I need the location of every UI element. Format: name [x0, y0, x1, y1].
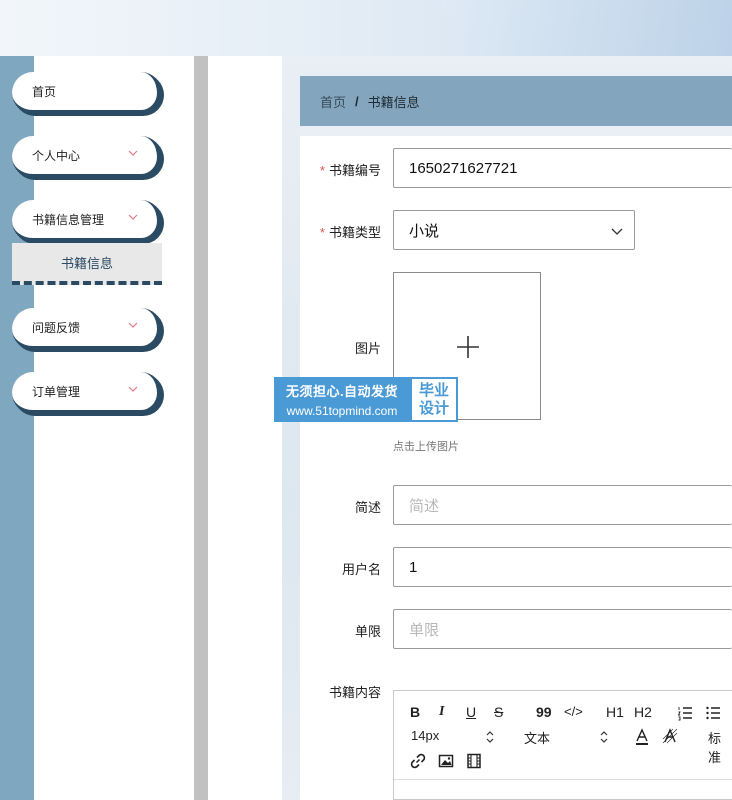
breadcrumb: 首页 / 书籍信息	[300, 76, 732, 126]
chevron-down-icon	[128, 214, 138, 220]
sidebar-item-feedback[interactable]: 问题反馈	[12, 308, 162, 350]
sidebar-item-label: 首页	[32, 84, 57, 99]
underline-button[interactable]: U	[466, 704, 476, 720]
video-icon[interactable]	[466, 753, 482, 769]
watermark-line1: 无须担心.自动发货	[285, 384, 399, 399]
book-no-label: * 书籍编号	[319, 163, 381, 178]
chevron-down-icon	[128, 322, 138, 328]
book-type-select[interactable]: 小说	[393, 210, 635, 250]
editor-toolbar-row-2: 14px 文本 标准	[394, 725, 732, 765]
required-mark: *	[319, 225, 325, 240]
summary-input[interactable]: 简述	[393, 485, 732, 525]
blockquote-button[interactable]: 99	[536, 704, 552, 720]
sidebar-item-label: 问题反馈	[32, 320, 81, 335]
summary-label: 简述	[354, 500, 381, 515]
upload-hint: 点击上传图片	[393, 441, 459, 453]
link-icon[interactable]	[410, 753, 426, 769]
watermark-logo: 无须担心.自动发货 www.51topmind.com 毕业 设计	[274, 377, 458, 422]
breadcrumb-separator: /	[355, 93, 359, 109]
book-type-label: * 书籍类型	[319, 225, 381, 240]
editor-toolbar-row-3	[394, 749, 732, 773]
background-color-icon[interactable]	[662, 728, 678, 744]
breadcrumb-current: 书籍信息	[367, 94, 420, 110]
select-arrows-icon	[600, 731, 608, 743]
watermark-text: 无须担心.自动发货 www.51topmind.com	[274, 377, 410, 422]
sidebar-item-book-info-management[interactable]: 书籍信息管理	[12, 200, 162, 242]
watermark-badge: 毕业 设计	[410, 377, 458, 422]
chevron-down-icon	[611, 228, 623, 235]
watermark-line2: www.51topmind.com	[286, 404, 398, 418]
sidebar-subitem-book-info[interactable]: 书籍信息	[12, 243, 162, 285]
font-size-select[interactable]: 14px	[411, 728, 439, 743]
content-gutter	[208, 56, 282, 800]
image-icon[interactable]	[438, 753, 454, 769]
sidebar-item-home[interactable]: 首页	[12, 72, 162, 114]
plus-icon	[457, 336, 479, 358]
sidebar-item-label: 订单管理	[32, 384, 81, 399]
limit-label: 单限	[354, 624, 381, 639]
header2-button[interactable]: H2	[634, 704, 652, 720]
username-label: 用户名	[341, 562, 381, 577]
sidebar-item-label: 书籍信息管理	[32, 212, 105, 227]
breadcrumb-home[interactable]: 首页	[320, 92, 346, 111]
bold-button[interactable]: B	[410, 704, 420, 720]
text-style-select[interactable]: 文本	[524, 728, 550, 747]
rich-text-editor[interactable]: B I U S 99 </> H1 H2 14px 文本 标准	[393, 690, 732, 800]
image-label: 图片	[354, 341, 381, 356]
required-mark: *	[319, 163, 325, 178]
strike-button[interactable]: S	[494, 704, 503, 720]
header1-button[interactable]: H1	[606, 704, 624, 720]
select-arrows-icon	[486, 731, 494, 743]
chevron-down-icon	[128, 150, 138, 156]
book-no-input[interactable]: 1650271627721	[393, 148, 732, 188]
italic-button[interactable]: I	[439, 704, 444, 720]
limit-input[interactable]: 单限	[393, 609, 732, 649]
sidebar-subitem-label: 书籍信息	[60, 255, 113, 271]
ordered-list-icon[interactable]	[677, 705, 693, 721]
sidebar-item-personal-center[interactable]: 个人中心	[12, 136, 162, 178]
content-label: 书籍内容	[328, 685, 381, 700]
bullet-list-icon[interactable]	[705, 705, 721, 721]
chevron-down-icon	[128, 386, 138, 392]
card-gap	[300, 126, 732, 136]
top-banner	[0, 0, 732, 56]
page: 首页 个人中心 书籍信息管理 书籍信息 问题反馈 订单管理 首页 / 书籍信息 …	[0, 56, 732, 800]
code-block-button[interactable]: </>	[564, 704, 583, 719]
sidebar-item-label: 个人中心	[32, 148, 81, 163]
sidebar-divider	[194, 56, 208, 800]
font-color-icon[interactable]	[634, 728, 650, 746]
sidebar-item-orders[interactable]: 订单管理	[12, 372, 162, 414]
username-input[interactable]: 1	[393, 547, 732, 587]
editor-toolbar-row-1: B I U S 99 </> H1 H2	[394, 701, 732, 725]
editor-toolbar-divider	[394, 779, 732, 780]
